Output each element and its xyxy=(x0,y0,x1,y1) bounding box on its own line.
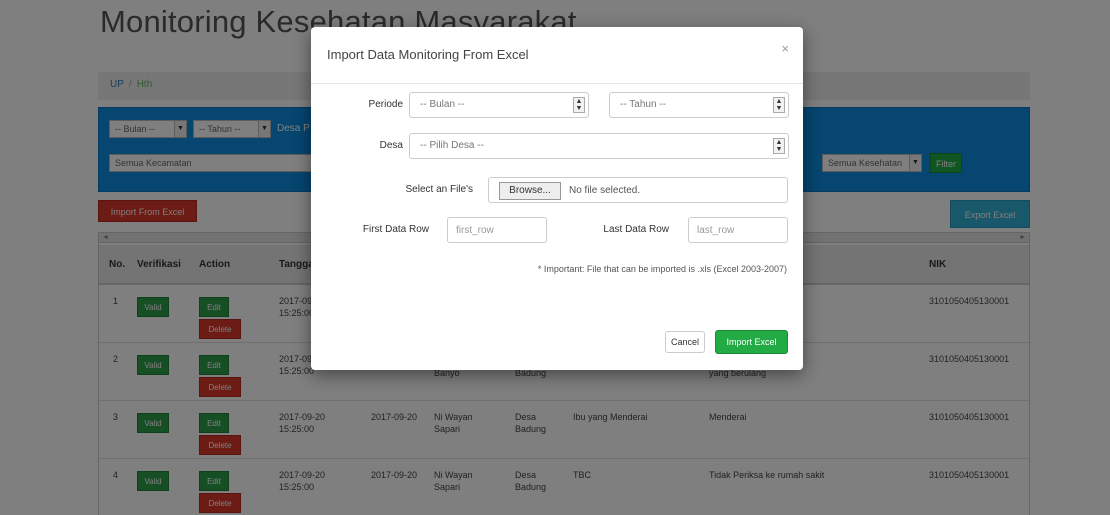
last-row-label: Last Data Row xyxy=(603,224,669,235)
modal-header: Import Data Monitoring From Excel × xyxy=(311,27,803,84)
periode-bulan-select[interactable]: -- Bulan -- ▲ ▼ xyxy=(409,92,589,118)
desa-label: Desa xyxy=(379,140,403,151)
desa-select[interactable]: -- Pilih Desa -- ▲ ▼ xyxy=(409,133,789,159)
modal-title: Import Data Monitoring From Excel xyxy=(327,47,529,62)
last-row-input[interactable]: last_row xyxy=(688,217,788,243)
no-file-text: No file selected. xyxy=(569,185,641,196)
chevron-updown-icon: ▲ ▼ xyxy=(573,97,585,113)
periode-label: Periode xyxy=(368,99,403,110)
periode-tahun-select[interactable]: -- Tahun -- ▲ ▼ xyxy=(609,92,789,118)
import-modal: Import Data Monitoring From Excel × Peri… xyxy=(311,27,803,370)
file-label: Select an File's xyxy=(405,184,474,195)
file-input[interactable]: Browse... No file selected. xyxy=(488,177,788,203)
cancel-button[interactable]: Cancel xyxy=(665,331,705,353)
first-row-label: First Data Row xyxy=(362,224,429,235)
import-note: * Important: File that can be imported i… xyxy=(537,264,787,274)
browse-button[interactable]: Browse... xyxy=(499,182,561,200)
first-row-input[interactable]: first_row xyxy=(447,217,547,243)
import-excel-button[interactable]: Import Excel xyxy=(715,330,788,354)
chevron-updown-icon: ▲ ▼ xyxy=(773,97,785,113)
chevron-updown-icon: ▲ ▼ xyxy=(773,138,785,154)
close-icon[interactable]: × xyxy=(781,41,789,56)
modal-footer: Cancel Import Excel xyxy=(311,317,803,370)
